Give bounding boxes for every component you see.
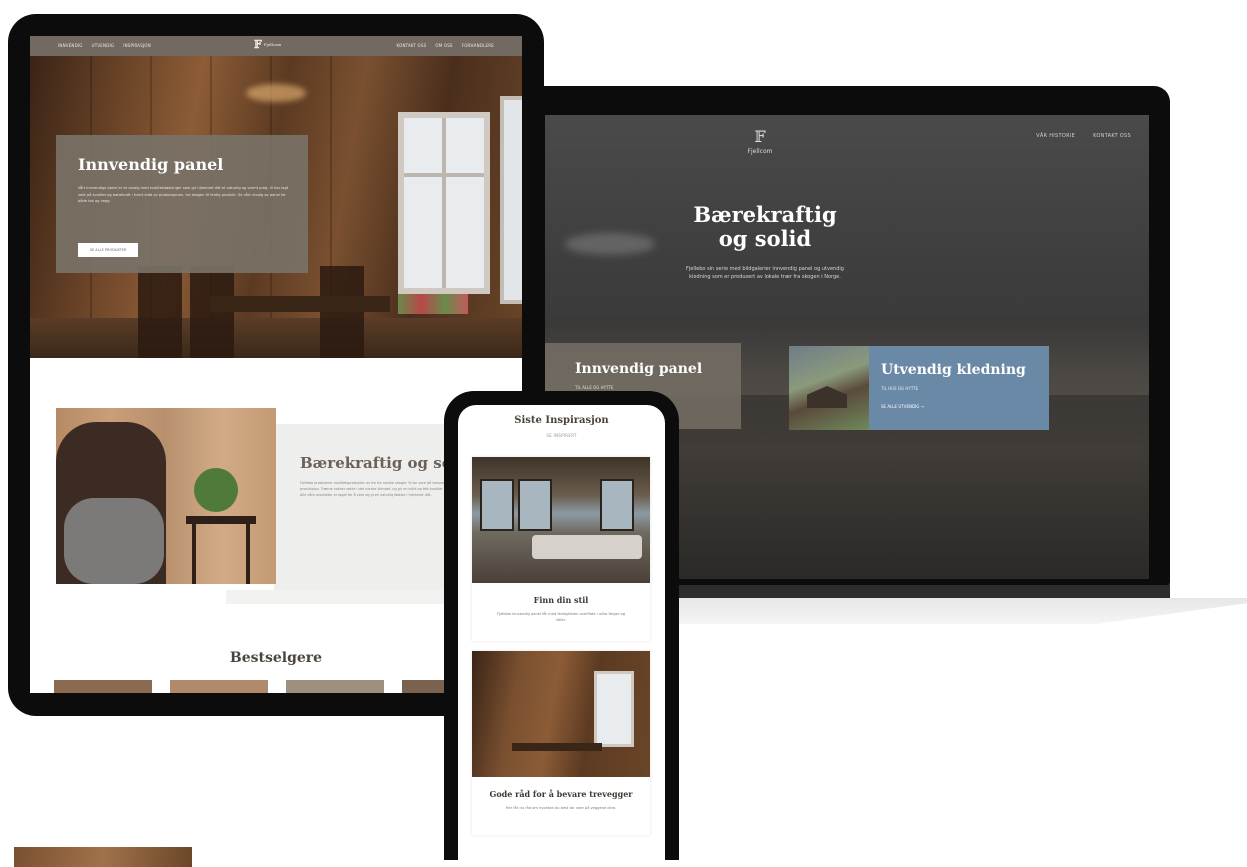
nav-link-kontakt-oss[interactable]: KONTAKT OSS	[1093, 133, 1131, 139]
chandelier-image	[246, 84, 306, 102]
table-image	[210, 296, 390, 312]
card-subtitle: TIL ALLE OG HYTTE	[575, 385, 614, 390]
card-subtitle: TIL HUS OG HYTTE	[881, 386, 919, 391]
window-image	[594, 671, 634, 747]
card-text: Her får du råd om hvordan du best tar va…	[505, 806, 617, 810]
nav-link-utvendig[interactable]: UTVENDIG	[92, 43, 115, 48]
logo-mark-icon: 𝔽	[754, 127, 766, 146]
card-image	[789, 346, 869, 430]
hero-title-line-1: Bærekraftig	[693, 202, 837, 227]
nav-link-om-oss[interactable]: OM OSS	[435, 43, 452, 48]
nav-left: INNVENDIG UTVENDIG INSPIRASJON	[58, 43, 151, 48]
window-image	[480, 479, 514, 531]
card-link[interactable]: SE ALLE UTVENDIG →	[881, 404, 924, 409]
chair-image	[138, 266, 182, 358]
flowers-image	[398, 294, 468, 314]
nav-link-innvendig[interactable]: INNVENDIG	[58, 43, 83, 48]
logo-name: Fjellcom	[747, 148, 773, 155]
product-thumbnail[interactable]	[170, 680, 268, 693]
nav-right: KONTAKT OSS OM OSS FORHANDLERE	[397, 43, 495, 48]
hero-box: Innvendig panel Vårt innvendige panel er…	[56, 135, 308, 273]
product-thumbnail[interactable]	[54, 680, 152, 693]
table-image	[512, 743, 602, 751]
card-title: Gode råd for å bevare trevegger	[489, 789, 633, 799]
chair-image	[190, 266, 234, 358]
nav-link-kontakt-oss[interactable]: KONTAKT OSS	[397, 43, 427, 48]
product-thumbnail[interactable]	[286, 680, 384, 693]
window-image	[500, 96, 522, 304]
hero-cloud	[565, 233, 655, 255]
hero-text: Vårt innvendige panel er et utvalg med k…	[78, 186, 289, 203]
nav-link-var-historie[interactable]: VÅR HISTORIE	[1036, 133, 1075, 139]
nav-link-forhandlere[interactable]: FORHANDLERE	[462, 43, 494, 48]
inspiration-title: Siste Inspirasjon	[514, 415, 609, 426]
hero-title: Bærekraftig og solid	[665, 203, 865, 251]
card-image-partial	[14, 847, 192, 867]
sofa-image	[532, 535, 642, 559]
knit-blanket-image	[64, 498, 164, 584]
logo-mark-icon: 𝔽	[254, 38, 262, 51]
table-leg	[246, 524, 250, 584]
cabin-image	[807, 386, 847, 408]
card-image	[472, 457, 650, 583]
hero-text: Fjellebo sin serie med bildgalerier innv…	[686, 266, 844, 280]
window-image	[518, 479, 552, 531]
card-text: Fjellebo innvendig panel får med ferdigh…	[497, 612, 625, 622]
floor-image	[30, 318, 522, 358]
category-card-outdoor[interactable]: Utvendig kledning TIL HUS OG HYTTE SE AL…	[789, 346, 1049, 430]
phone-screen: Siste Inspirasjon SE INSPIRERT Finn din …	[458, 405, 665, 860]
nav-link-inspirasjon[interactable]: INSPIRASJON	[123, 43, 151, 48]
site-logo[interactable]: 𝔽 Fjellcom	[745, 127, 775, 156]
site-logo[interactable]: 𝔽 Fjellcom	[254, 39, 281, 51]
inspiration-card[interactable]: Finn din stil Fjellebo innvendig panel f…	[472, 457, 650, 641]
side-table-image	[186, 516, 256, 524]
window-image	[398, 112, 490, 294]
plant-image	[194, 468, 238, 512]
chair-image	[320, 266, 364, 358]
logo-name: Fjellcom	[263, 42, 282, 47]
card-image	[472, 651, 650, 777]
hero-title-line-2: og solid	[718, 226, 812, 251]
card-title: Innvendig panel	[575, 361, 703, 377]
card-title: Finn din stil	[533, 595, 589, 605]
hero-title: Innvendig panel	[78, 155, 224, 174]
laptop-nav: VÅR HISTORIE KONTAKT OSS	[1036, 133, 1131, 139]
inspiration-subtitle[interactable]: SE INSPIRERT	[458, 433, 665, 438]
inspiration-card[interactable]: Gode råd for å bevare trevegger Her får …	[472, 651, 650, 835]
window-image	[600, 479, 634, 531]
table-leg	[192, 524, 196, 584]
see-all-products-button[interactable]: SE ALLE PRODUKTER	[78, 243, 138, 257]
card-title: Utvendig kledning	[881, 362, 1026, 378]
tablet-nav: INNVENDIG UTVENDIG INSPIRASJON 𝔽 Fjellcom…	[30, 36, 522, 56]
section-image	[56, 408, 276, 584]
